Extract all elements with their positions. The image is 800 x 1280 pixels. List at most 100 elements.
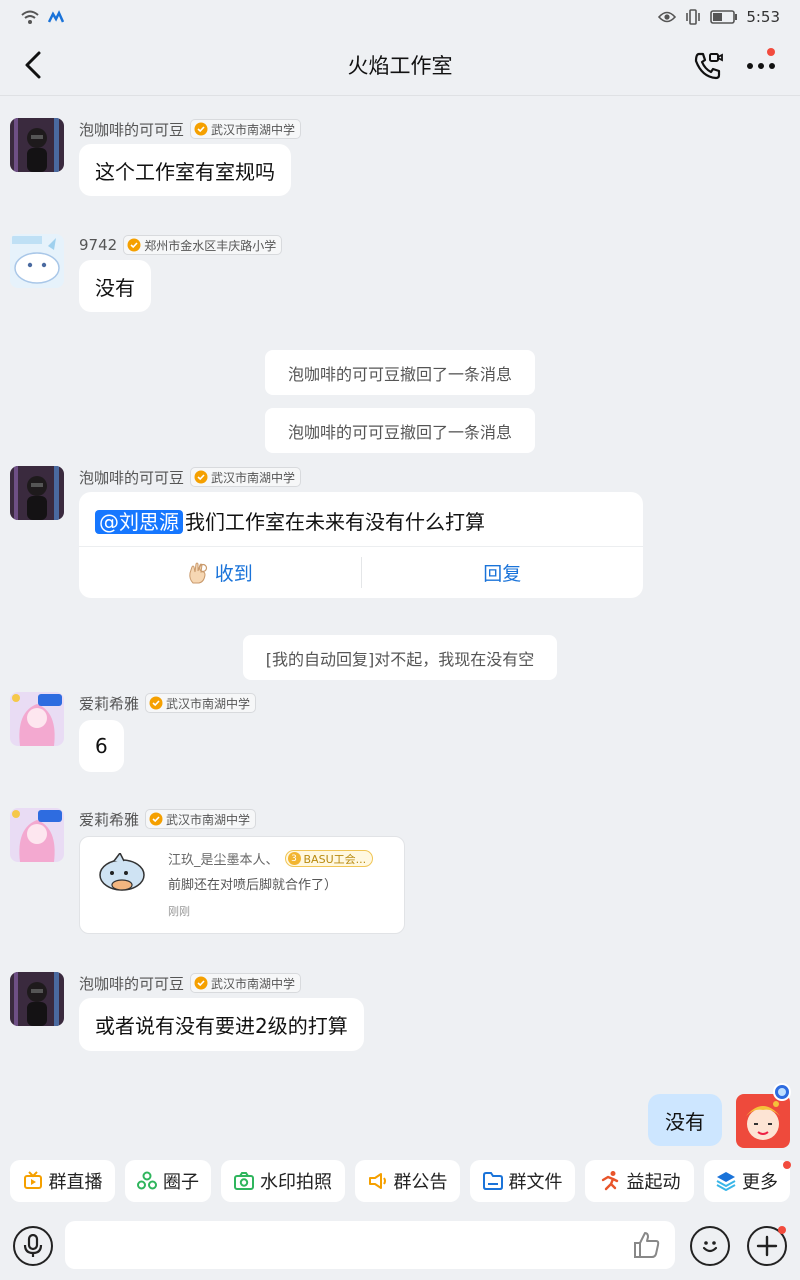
mention-chip[interactable]: @刘思源 <box>95 510 183 534</box>
more-apps-icon <box>716 1172 736 1191</box>
message-text: 我们工作室在未来有没有什么打算 <box>185 510 485 534</box>
share-time: 刚刚 <box>168 905 190 918</box>
notification-dot <box>767 48 775 56</box>
chip-label: 圈子 <box>163 1172 199 1193</box>
more-options-button[interactable] <box>740 46 782 86</box>
emoji-icon <box>702 1241 718 1253</box>
message-item: 泡咖啡的可可豆 武汉市南湖中学 @刘思源 我们工作室在未来有没有什么打算 收到 回… <box>10 466 650 600</box>
mention-text: @刘思源 我们工作室在未来有没有什么打算 <box>95 506 485 535</box>
notification-dot <box>778 1226 786 1234</box>
chip-charity[interactable]: 益起动 <box>585 1160 694 1202</box>
verified-icon <box>194 976 208 990</box>
ack-label: 收到 <box>214 563 253 585</box>
astronaut-pendant-icon <box>773 1083 791 1107</box>
wifi-icon <box>21 10 39 24</box>
verified-icon <box>194 470 208 484</box>
folder-icon <box>482 1172 503 1190</box>
avatar[interactable] <box>10 808 64 862</box>
chip-group-live[interactable]: 群直播 <box>10 1160 115 1202</box>
badge-label: 郑州市金水区丰庆路小学 <box>144 238 277 253</box>
notification-dot <box>783 1161 791 1169</box>
sender-name[interactable]: 泡咖啡的可可豆 <box>79 119 184 140</box>
chat-header: 火焰工作室 <box>0 34 800 96</box>
chip-label: 水印拍照 <box>260 1172 332 1193</box>
school-badge: 武汉市南湖中学 <box>145 693 257 713</box>
status-time: 5:53 <box>746 8 780 26</box>
verified-icon <box>194 122 208 136</box>
shared-post-card[interactable]: 江玖_是尘墨本人、 3 BASU工会... 前脚还在对喷后脚就合作了） 刚刚 <box>79 836 405 934</box>
chip-label: 益起动 <box>626 1172 681 1193</box>
badge-label: 武汉市南湖中学 <box>211 470 296 485</box>
chip-label: 更多 <box>742 1172 778 1193</box>
school-badge: 郑州市金水区丰庆路小学 <box>123 235 283 255</box>
eye-icon <box>658 11 677 23</box>
phone-video-icon <box>694 52 723 80</box>
sender-name[interactable]: 泡咖啡的可可豆 <box>79 973 184 994</box>
emoji-button[interactable] <box>690 1226 730 1266</box>
sender-name[interactable]: 爱莉希雅 <box>79 693 139 714</box>
chip-watermark-camera[interactable]: 水印拍照 <box>221 1160 345 1202</box>
verified-icon <box>127 238 141 252</box>
tag-level: 3 <box>287 852 301 865</box>
message-input[interactable] <box>65 1221 675 1269</box>
chip-more[interactable]: 更多 <box>704 1160 790 1202</box>
verified-icon <box>149 812 163 826</box>
school-badge: 武汉市南湖中学 <box>190 119 302 139</box>
chip-group-notice[interactable]: 群公告 <box>355 1160 460 1202</box>
message-bubble[interactable]: 没有 <box>79 260 151 312</box>
badge-label: 武汉市南湖中学 <box>211 976 296 991</box>
input-bar <box>0 1212 800 1280</box>
sender-name[interactable]: 9742 <box>79 236 117 254</box>
badge-label: 武汉市南湖中学 <box>166 696 251 711</box>
chip-label: 群直播 <box>48 1172 103 1193</box>
video-call-button[interactable] <box>688 46 728 86</box>
quick-toolbar: 群直播 圈子 水印拍照 群公告 群文件 益起动 更多 <box>0 1158 800 1208</box>
school-badge: 武汉市南湖中学 <box>190 973 302 993</box>
message-bubble[interactable]: 这个工作室有室规吗 <box>79 144 291 196</box>
more-dots-icon <box>747 63 775 69</box>
avatar[interactable] <box>10 466 64 520</box>
signal-icon <box>48 10 64 23</box>
card-actions: 收到 回复 <box>79 546 643 598</box>
shark-fish-icon <box>99 853 145 891</box>
microphone-icon <box>23 1234 43 1257</box>
sender-name[interactable]: 爱莉希雅 <box>79 809 139 830</box>
my-message-bubble[interactable]: 没有 <box>648 1094 722 1146</box>
avatar[interactable] <box>10 118 64 172</box>
share-author: 江玖_是尘墨本人、 <box>168 853 279 868</box>
school-badge: 武汉市南湖中学 <box>145 809 257 829</box>
sender-name[interactable]: 泡咖啡的可可豆 <box>79 467 184 488</box>
avatar[interactable] <box>10 972 64 1026</box>
verified-icon <box>149 696 163 710</box>
avatar[interactable] <box>10 692 64 746</box>
message-item: 爱莉希雅 武汉市南湖中学 6 <box>10 692 410 774</box>
avatar[interactable] <box>10 234 64 288</box>
thumbs-up-icon[interactable] <box>632 1230 662 1260</box>
circle-group-icon <box>137 1171 157 1190</box>
plus-icon <box>756 1235 778 1257</box>
message-bubble[interactable]: 6 <box>79 720 124 772</box>
camera-icon <box>234 1172 254 1190</box>
tag-label: BASU工会... <box>303 852 367 866</box>
message-item: 泡咖啡的可可豆 武汉市南湖中学 这个工作室有室规吗 <box>10 118 510 198</box>
chip-group-files[interactable]: 群文件 <box>470 1160 575 1202</box>
recall-notice: 泡咖啡的可可豆撤回了一条消息 <box>265 408 535 453</box>
ack-button[interactable]: 收到 <box>79 547 361 598</box>
share-text: 前脚还在对喷后脚就合作了） <box>168 878 338 893</box>
chip-circles[interactable]: 圈子 <box>125 1160 211 1202</box>
badge-label: 武汉市南湖中学 <box>166 812 251 827</box>
mention-card[interactable]: @刘思源 我们工作室在未来有没有什么打算 收到 回复 <box>79 492 643 598</box>
message-bubble[interactable]: 或者说有没有要进2级的打算 <box>79 998 364 1051</box>
school-badge: 武汉市南湖中学 <box>190 467 302 487</box>
message-item: 爱莉希雅 武汉市南湖中学 江玖_是尘墨本人、 3 BASU工会... 前脚还在对… <box>10 808 430 938</box>
message-item: 9742 郑州市金水区丰庆路小学 没有 <box>10 234 510 314</box>
chip-label: 群公告 <box>393 1172 448 1193</box>
voice-button[interactable] <box>13 1226 53 1266</box>
page-title: 火焰工作室 <box>347 53 453 78</box>
auto-reply-notice: [我的自动回复]对不起，我现在没有空 <box>243 635 557 680</box>
recall-notice: 泡咖啡的可可豆撤回了一条消息 <box>265 350 535 395</box>
status-bar: 5:53 <box>0 0 800 34</box>
live-tv-icon <box>23 1171 42 1189</box>
ok-hand-icon <box>189 562 207 583</box>
reply-button[interactable]: 回复 <box>362 547 644 598</box>
